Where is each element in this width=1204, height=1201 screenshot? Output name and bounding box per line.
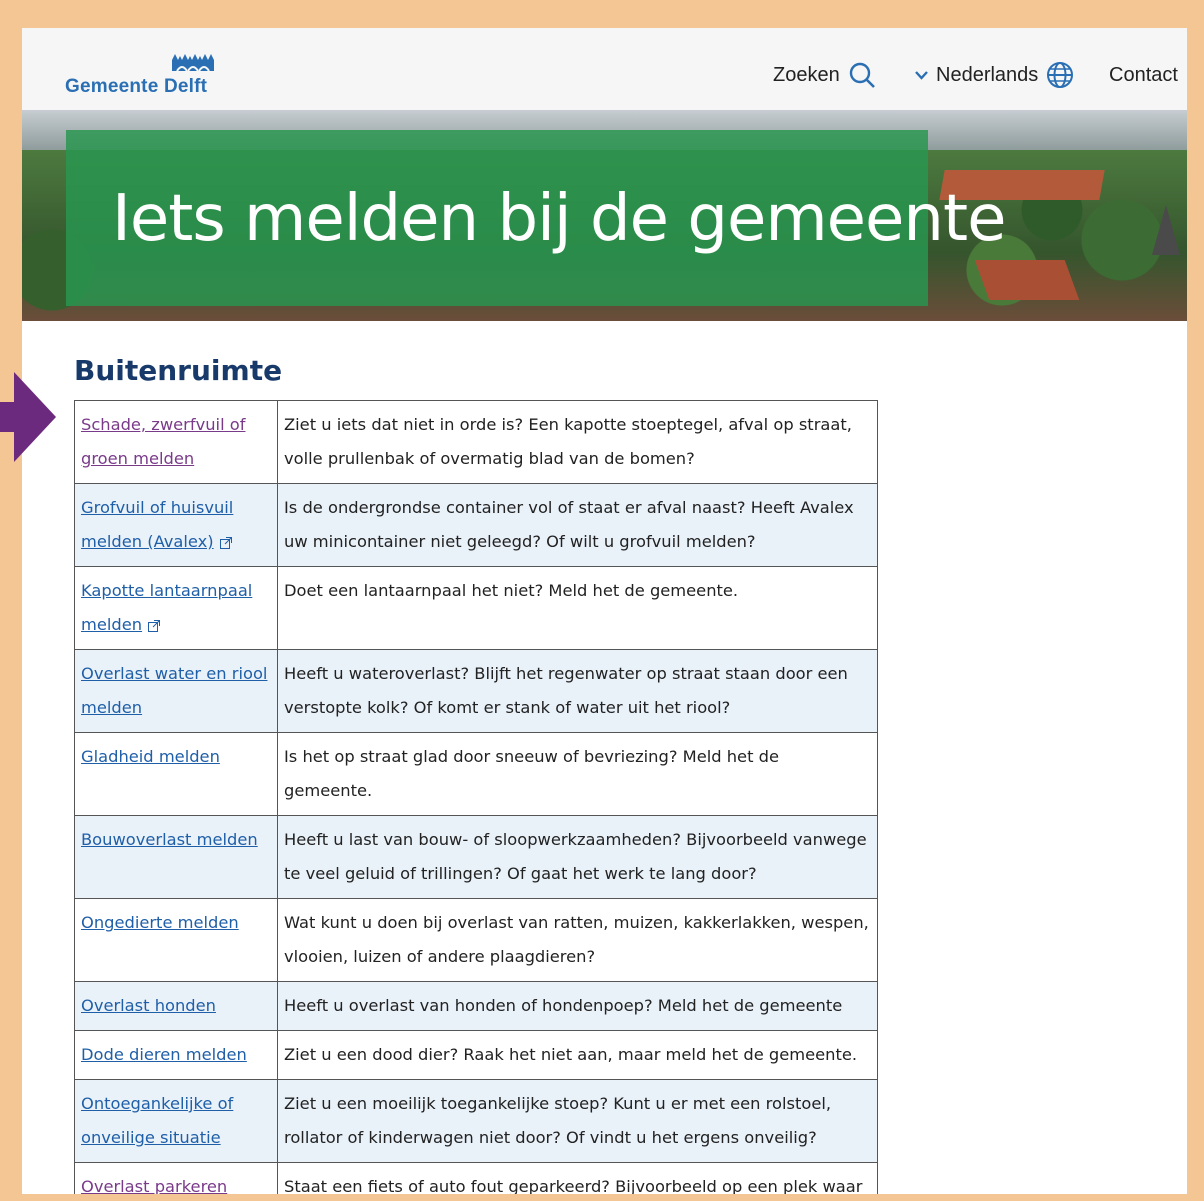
- table-row: Overlast honden Heeft u overlast van hond…: [74, 981, 878, 1031]
- section-title: Buitenruimte: [74, 354, 283, 387]
- table-cell-description: Heeft u wateroverlast? Blijft het regenw…: [277, 649, 878, 733]
- language-selector[interactable]: Nederlands: [915, 60, 1074, 90]
- table-cell-description: Heeft u last van bouw- of sloopwerkzaamh…: [277, 815, 878, 899]
- external-link-icon: [219, 536, 232, 549]
- report-link[interactable]: Overlast parkeren melden: [81, 1177, 227, 1194]
- delft-logo-icon: [172, 54, 214, 72]
- hero-banner: Iets melden bij de gemeente: [22, 110, 1187, 321]
- table-row: Grofvuil of huisvuil melden (Avalex) Is d…: [74, 483, 878, 567]
- table-cell-description: Is het op straat glad door sneeuw of bev…: [277, 732, 878, 816]
- search-label: Zoeken: [773, 63, 840, 86]
- report-table-body: Schade, zwerfvuil of groen melden Ziet u …: [74, 400, 878, 1194]
- logo-text: Gemeente Delft: [65, 76, 208, 97]
- table-cell-link: Ongedierte melden: [74, 898, 278, 982]
- language-label: Nederlands: [936, 63, 1039, 86]
- globe-icon: [1047, 62, 1074, 88]
- hero-title-panel: Iets melden bij de gemeente: [66, 130, 1006, 306]
- report-link[interactable]: Dode dieren melden: [81, 1045, 247, 1064]
- site-header: Gemeente Delft Zoeken Nederlands Contact: [22, 28, 1187, 110]
- contact-link[interactable]: Contact: [1109, 60, 1178, 90]
- table-cell-description: Wat kunt u doen bij overlast van ratten,…: [277, 898, 878, 982]
- logo-link[interactable]: Gemeente Delft: [65, 50, 225, 100]
- hero-roof: [974, 260, 1080, 300]
- table-cell-description: Ziet u iets dat niet in orde is? Een kap…: [277, 400, 878, 484]
- table-cell-description: Doet een lantaarnpaal het niet? Meld het…: [277, 566, 878, 650]
- report-link[interactable]: Grofvuil of huisvuil melden (Avalex): [81, 498, 233, 551]
- table-row: Schade, zwerfvuil of groen melden Ziet u …: [74, 400, 878, 484]
- table-cell-link: Schade, zwerfvuil of groen melden: [74, 400, 278, 484]
- report-link[interactable]: Kapotte lantaarnpaal melden: [81, 581, 252, 634]
- table-row: Ongedierte melden Wat kunt u doen bij ove…: [74, 898, 878, 982]
- contact-label: Contact: [1109, 63, 1178, 86]
- table-cell-description: Ziet u een dood dier? Raak het niet aan,…: [277, 1030, 878, 1080]
- table-cell-link: Bouwoverlast melden: [74, 815, 278, 899]
- page-title: Iets melden bij de gemeente: [112, 182, 1006, 256]
- table-row: Overlast parkeren melden Staat een fiets …: [74, 1162, 878, 1194]
- table-row: Kapotte lantaarnpaal melden Doet een lant…: [74, 566, 878, 650]
- report-link[interactable]: Gladheid melden: [81, 747, 220, 766]
- table-cell-description: Heeft u overlast van honden of hondenpoe…: [277, 981, 878, 1031]
- search-button[interactable]: Zoeken: [773, 60, 876, 90]
- table-cell-link: Grofvuil of huisvuil melden (Avalex): [74, 483, 278, 567]
- table-row: Ontoegankelijke of onveilige situatie Zie…: [74, 1079, 878, 1163]
- search-icon: [849, 62, 875, 88]
- table-cell-link: Kapotte lantaarnpaal melden: [74, 566, 278, 650]
- table-cell-link: Overlast honden: [74, 981, 278, 1031]
- table-cell-description: Staat een fiets of auto fout geparkeerd?…: [277, 1162, 878, 1194]
- table-row: Dode dieren melden Ziet u een dood dier? …: [74, 1030, 878, 1080]
- chevron-down-icon: [915, 70, 928, 80]
- table-row: Gladheid melden Is het op straat glad doo…: [74, 732, 878, 816]
- report-link[interactable]: Overlast honden: [81, 996, 216, 1015]
- table-cell-link: Gladheid melden: [74, 732, 278, 816]
- report-table: Schade, zwerfvuil of groen melden Ziet u …: [74, 400, 878, 1194]
- report-link[interactable]: Bouwoverlast melden: [81, 830, 258, 849]
- report-link[interactable]: Schade, zwerfvuil of groen melden: [81, 415, 245, 468]
- table-cell-description: Ziet u een moeilijk toegankelijke stoep?…: [277, 1079, 878, 1163]
- external-link-icon: [148, 619, 161, 632]
- report-link[interactable]: Overlast water en riool melden: [81, 664, 267, 717]
- table-cell-link: Overlast water en riool melden: [74, 649, 278, 733]
- table-cell-link: Dode dieren melden: [74, 1030, 278, 1080]
- table-cell-link: Overlast parkeren melden: [74, 1162, 278, 1194]
- table-row: Bouwoverlast melden Heeft u last van bouw…: [74, 815, 878, 899]
- pointer-arrow-icon: [0, 372, 56, 462]
- report-link[interactable]: Ontoegankelijke of onveilige situatie: [81, 1094, 233, 1147]
- page-frame: Gemeente Delft Zoeken Nederlands Contact…: [22, 28, 1187, 1194]
- table-cell-description: Is de ondergrondse container vol of staa…: [277, 483, 878, 567]
- table-cell-link: Ontoegankelijke of onveilige situatie: [74, 1079, 278, 1163]
- table-row: Overlast water en riool melden Heeft u wa…: [74, 649, 878, 733]
- report-link[interactable]: Ongedierte melden: [81, 913, 239, 932]
- hero-spire: [1152, 205, 1180, 255]
